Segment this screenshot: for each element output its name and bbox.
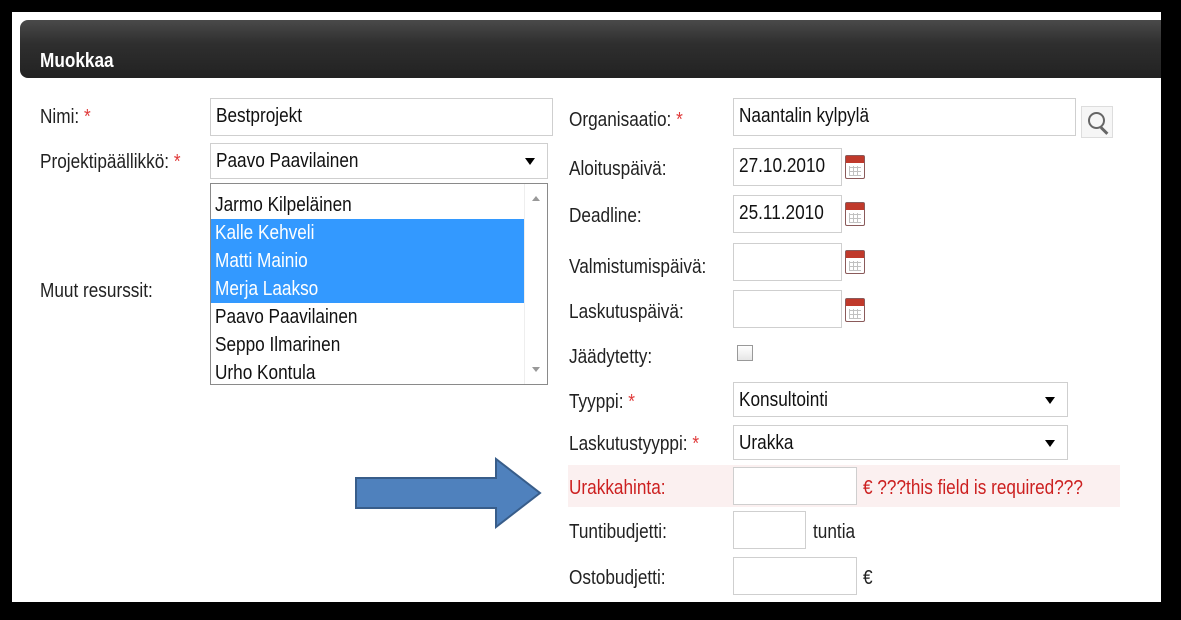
calendar-icon[interactable] [845,298,865,322]
nimi-input[interactable]: Bestprojekt [210,98,553,136]
listbox-option[interactable]: Kalle Kehveli [211,219,524,247]
listbox-option-label: Kalle Kehveli [215,222,315,244]
chevron-down-icon [1045,397,1055,404]
scroll-up-icon[interactable] [532,196,540,201]
search-button[interactable] [1081,106,1113,138]
calendar-icon[interactable] [845,250,865,274]
urakkahinta-error-message: € ???this field is required??? [863,477,1083,499]
laskutuspaiva-input[interactable] [733,290,842,328]
right-arrow-shape [355,457,542,529]
listbox-option[interactable]: Jarmo Kilpeläinen [211,191,524,219]
calendar-icon[interactable] [845,202,865,226]
nimi-label: Nimi: * [40,106,91,128]
organisaatio-label: Organisaatio: * [569,109,683,131]
tuntibudjetti-unit: tuntia [813,521,856,543]
listbox-option[interactable]: Seppo Ilmarinen [211,331,524,359]
listbox-option[interactable]: Paavo Paavilainen [211,303,524,331]
search-icon-handle [1099,126,1109,135]
listbox-option-label: Jarmo Kilpeläinen [215,194,352,216]
projektipaallikko-label: Projektipäällikkö: * [40,151,181,173]
listbox-option[interactable]: Merja Laakso [211,275,524,303]
projektipaallikko-select[interactable]: Paavo Paavilainen [210,143,548,179]
tyyppi-select[interactable]: Konsultointi [733,382,1068,417]
deadline-label: Deadline: [569,205,642,227]
aloituspaiva-input[interactable]: 27.10.2010 [733,148,842,186]
listbox-option-label: Urho Kontula [215,362,316,384]
valmistumispaiva-label: Valmistumispäivä: [569,256,707,278]
jaadytetty-checkbox[interactable] [737,345,753,361]
ostobudjetti-input[interactable] [733,557,857,595]
tuntibudjetti-label: Tuntibudjetti: [569,521,667,543]
chevron-down-icon [1045,440,1055,447]
ostobudjetti-unit: € [863,567,873,589]
aloituspaiva-label: Aloituspäivä: [569,158,667,180]
tyyppi-label: Tyyppi: * [569,391,635,413]
muut-resurssit-listbox[interactable]: Jarmo Kilpeläinen Kalle Kehveli Matti Main… [210,183,548,385]
listbox-option-label: Paavo Paavilainen [215,306,358,328]
tuntibudjetti-input[interactable] [733,511,806,549]
listbox-scrollbar[interactable] [524,184,547,384]
urakkahinta-label: Urakkahinta: [569,477,666,499]
calendar-icon[interactable] [845,155,865,179]
organisaatio-input[interactable]: Naantalin kylpylä [733,98,1076,136]
laskutustyyppi-label: Laskutustyyppi: * [569,433,700,455]
edit-dialog: Muokkaa Nimi: * Bestprojekt Projektipääl… [12,12,1161,602]
listbox-option-label: Seppo Ilmarinen [215,334,341,356]
ostobudjetti-label: Ostobudjetti: [569,567,666,589]
listbox-option-label: Merja Laakso [215,278,319,300]
urakkahinta-input[interactable] [733,467,857,505]
muut-resurssit-label: Muut resurssit: [40,280,153,302]
chevron-down-icon [525,158,535,165]
jaadytetty-label: Jäädytetty: [569,346,653,368]
valmistumispaiva-input[interactable] [733,243,842,281]
listbox-option-label: Matti Mainio [215,250,308,272]
listbox-option[interactable]: Matti Mainio [211,247,524,275]
dialog-header: Muokkaa [20,20,1161,78]
scroll-down-icon[interactable] [532,367,540,372]
laskutuspaiva-label: Laskutuspäivä: [569,301,684,323]
dialog-title: Muokkaa [40,50,114,72]
laskutustyyppi-select[interactable]: Urakka [733,425,1068,460]
listbox-option[interactable]: Urho Kontula [211,359,524,384]
deadline-input[interactable]: 25.11.2010 [733,195,842,233]
